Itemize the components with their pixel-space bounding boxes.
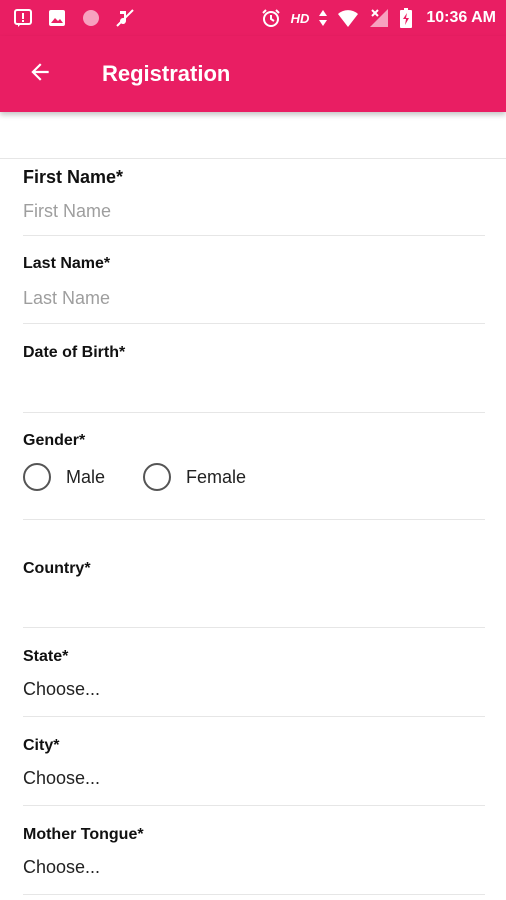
hd-indicator: HD	[290, 10, 310, 26]
country-field: Country*	[23, 520, 485, 628]
first-name-field: First Name*	[23, 159, 485, 236]
battery-charging-icon	[399, 7, 413, 29]
record-icon	[80, 7, 102, 29]
state-select[interactable]: Choose...	[23, 679, 100, 700]
city-select[interactable]: Choose...	[23, 768, 100, 789]
alert-icon	[12, 7, 34, 29]
country-input[interactable]	[23, 590, 485, 616]
clock: 10:36 AM	[426, 9, 496, 26]
date-of-birth-field: Date of Birth*	[23, 324, 485, 413]
date-of-birth-label: Date of Birth*	[23, 344, 126, 361]
last-name-label: Last Name*	[23, 255, 111, 272]
app-screen: HD 10:36 AM Registration First Name* Fir…	[0, 0, 506, 900]
gender-option-male[interactable]: Male	[23, 463, 105, 491]
country-label: Country*	[23, 560, 91, 577]
alarm-icon	[260, 7, 282, 29]
image-icon	[46, 7, 68, 29]
registration-form: First Name* Last Name* Date of Birth* Ge…	[0, 158, 506, 895]
no-signal-icon	[368, 7, 390, 29]
last-name-field: Last Name*	[23, 236, 485, 324]
state-field: State* Choose...	[23, 628, 485, 717]
state-label: State*	[23, 648, 69, 665]
gender-field: Gender* Male Female	[23, 413, 485, 520]
radio-male-label: Male	[66, 466, 106, 487]
mother-tongue-field: Mother Tongue* Choose...	[23, 806, 485, 895]
muted-icon	[114, 7, 136, 29]
radio-male[interactable]	[23, 463, 51, 491]
data-arrows-icon	[318, 7, 328, 29]
mother-tongue-select[interactable]: Choose...	[23, 857, 100, 878]
mother-tongue-label: Mother Tongue*	[23, 826, 144, 843]
city-label: City*	[23, 737, 60, 754]
wifi-icon	[337, 7, 359, 29]
page-title: Registration	[102, 61, 231, 86]
gender-option-female[interactable]: Female	[143, 463, 246, 491]
system-icons: HD 10:36 AM	[260, 7, 496, 29]
last-name-input[interactable]	[23, 286, 485, 310]
radio-female-label: Female	[186, 466, 247, 487]
radio-female[interactable]	[143, 463, 172, 491]
date-of-birth-input[interactable]	[23, 376, 485, 402]
app-toolbar: Registration	[0, 36, 506, 112]
gender-label: Gender*	[23, 432, 86, 449]
gender-radio-group: Male Female	[23, 463, 284, 491]
first-name-label: First Name*	[23, 167, 124, 187]
arrow-back-icon	[27, 59, 53, 90]
back-button[interactable]	[12, 46, 68, 102]
first-name-input[interactable]	[23, 199, 485, 223]
status-bar: HD 10:36 AM	[0, 0, 506, 36]
city-field: City* Choose...	[23, 717, 485, 806]
notification-icons	[12, 7, 136, 29]
